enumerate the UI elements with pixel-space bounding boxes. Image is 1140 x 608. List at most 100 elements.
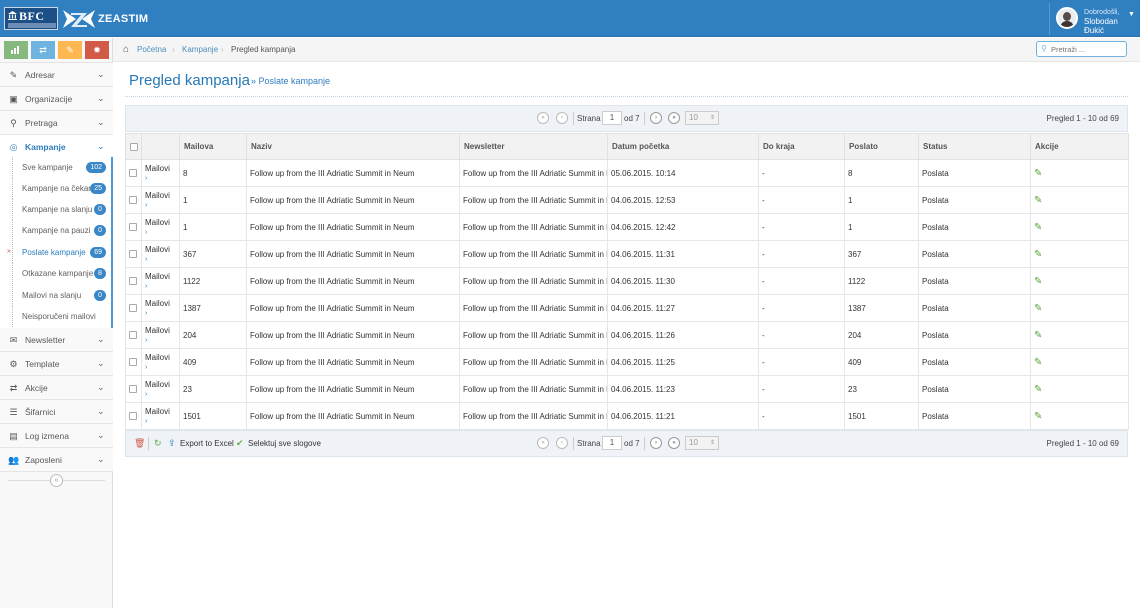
- last-page-icon[interactable]: »: [668, 112, 680, 124]
- cell-do-kraja: -: [758, 240, 845, 268]
- table-row[interactable]: Mailovi › 1 Follow up from the III Adriatic…: [125, 186, 1129, 214]
- table-row[interactable]: Mailovi › 1501 Follow up from the III Adria…: [125, 402, 1129, 430]
- submenu-item-kampanje-na-pauzi[interactable]: Kampanje na pauzi 0: [0, 220, 111, 241]
- row-checkbox[interactable]: [129, 196, 137, 205]
- export-excel-button[interactable]: Export to Excel: [180, 439, 234, 448]
- table-row[interactable]: Mailovi › 1122 Follow up from the III Adria…: [125, 267, 1129, 295]
- page-label: Strana: [577, 114, 601, 123]
- edit-pencil-icon[interactable]: ✎: [1034, 303, 1042, 314]
- trash-icon[interactable]: 🗑: [134, 438, 145, 449]
- row-checkbox[interactable]: [129, 277, 137, 286]
- row-checkbox[interactable]: [129, 412, 137, 421]
- sidebar-item-kampanje[interactable]: ◎ Kampanje ⌄: [0, 135, 113, 159]
- submenu-item-neisporuceni-mailovi[interactable]: Neisporučeni mailovi: [0, 306, 111, 327]
- cell-naziv: Follow up from the III Adriatic Summit i…: [246, 240, 460, 268]
- row-checkbox[interactable]: [129, 304, 137, 313]
- pencil-icon[interactable]: ✎: [58, 41, 82, 59]
- next-page-icon[interactable]: ›: [650, 437, 662, 449]
- page-number-input[interactable]: 1: [602, 111, 622, 125]
- row-checkbox[interactable]: [129, 385, 137, 394]
- mailovi-link[interactable]: Mailovi ›: [141, 213, 180, 241]
- column-header-naziv[interactable]: Naziv: [246, 133, 460, 160]
- page-number-input[interactable]: 1: [602, 436, 622, 450]
- mailovi-link[interactable]: Mailovi ›: [141, 402, 180, 430]
- sidebar-item-template[interactable]: ⚙ Template ⌄: [0, 352, 113, 376]
- bar-chart-icon[interactable]: [4, 41, 28, 59]
- row-checkbox[interactable]: [129, 358, 137, 367]
- count-badge: 69: [90, 247, 106, 258]
- table-row[interactable]: Mailovi › 409 Follow up from the III Adriat…: [125, 348, 1129, 376]
- edit-pencil-icon[interactable]: ✎: [1034, 249, 1042, 260]
- table-row[interactable]: Mailovi › 1387 Follow up from the III Adria…: [125, 294, 1129, 322]
- submenu-item-sve-kampanje[interactable]: Sve kampanje 102: [0, 157, 111, 178]
- search-input[interactable]: [1051, 44, 1123, 54]
- edit-pencil-icon[interactable]: ✎: [1034, 168, 1042, 179]
- home-icon[interactable]: ⌂: [123, 44, 129, 55]
- row-checkbox[interactable]: [129, 250, 137, 259]
- breadcrumb-kampanje[interactable]: Kampanje: [182, 45, 218, 54]
- sidebar-item-adresar[interactable]: ✎ Adresar ⌄: [0, 63, 113, 87]
- mailovi-link[interactable]: Mailovi ›: [141, 240, 180, 268]
- edit-pencil-icon[interactable]: ✎: [1034, 276, 1042, 287]
- row-checkbox[interactable]: [129, 223, 137, 232]
- select-all-records-button[interactable]: Selektuj sve slogove: [248, 439, 321, 448]
- search-box[interactable]: ⚲: [1036, 41, 1127, 57]
- table-row[interactable]: Mailovi › 1 Follow up from the III Adriatic…: [125, 213, 1129, 241]
- table-row[interactable]: Mailovi › 8 Follow up from the III Adriatic…: [125, 159, 1129, 187]
- submenu-item-kampanje-na-cekanju[interactable]: Kampanje na čekanju 25: [0, 178, 111, 199]
- column-header-do-kraja[interactable]: Do kraja: [758, 133, 845, 160]
- edit-pencil-icon[interactable]: ✎: [1034, 222, 1042, 233]
- sidebar-shortcuts: ⇄ ✎ ✹: [0, 38, 113, 63]
- exchange-icon[interactable]: ⇄: [31, 41, 55, 59]
- select-all-checkbox[interactable]: [130, 142, 138, 151]
- edit-pencil-icon[interactable]: ✎: [1034, 357, 1042, 368]
- breadcrumb-home[interactable]: Početna: [137, 45, 166, 54]
- next-page-icon[interactable]: ›: [650, 112, 662, 124]
- submenu-item-mailovi-na-slanju[interactable]: Mailovi na slanju 0: [0, 285, 111, 306]
- last-page-icon[interactable]: »: [668, 437, 680, 449]
- refresh-icon[interactable]: ↻: [154, 438, 162, 449]
- first-page-icon[interactable]: «: [537, 112, 549, 124]
- mailovi-link[interactable]: Mailovi ›: [141, 159, 180, 187]
- table-row[interactable]: Mailovi › 204 Follow up from the III Adriat…: [125, 321, 1129, 349]
- column-header-poslato[interactable]: Poslato: [844, 133, 919, 160]
- row-checkbox[interactable]: [129, 169, 137, 178]
- prev-page-icon[interactable]: ‹: [556, 437, 568, 449]
- sidebar-item-zaposleni[interactable]: 👥 Zaposleni ⌄: [0, 448, 113, 472]
- column-header-newsletter[interactable]: Newsletter: [459, 133, 608, 160]
- mailovi-link[interactable]: Mailovi ›: [141, 294, 180, 322]
- mailovi-link[interactable]: Mailovi ›: [141, 186, 180, 214]
- double-chevron-left-icon[interactable]: «: [50, 474, 63, 487]
- rows-per-page-select[interactable]: 10 ⇕: [685, 436, 719, 450]
- sidebar-item-sifarnici[interactable]: ☰ Šifarnici ⌄: [0, 400, 113, 424]
- sidebar-item-log-izmena[interactable]: ▤ Log izmena ⌄: [0, 424, 113, 448]
- sidebar-item-pretraga[interactable]: ⚲ Pretraga ⌄: [0, 111, 113, 135]
- rows-per-page-select[interactable]: 10 ⇕: [685, 111, 719, 125]
- first-page-icon[interactable]: «: [537, 437, 549, 449]
- table-row[interactable]: Mailovi › 23 Follow up from the III Adriati…: [125, 375, 1129, 403]
- column-header-mailova[interactable]: Mailova: [179, 133, 247, 160]
- mailovi-link[interactable]: Mailovi ›: [141, 267, 180, 295]
- prev-page-icon[interactable]: ‹: [556, 112, 568, 124]
- table-row[interactable]: Mailovi › 367 Follow up from the III Adriat…: [125, 240, 1129, 268]
- mailovi-link[interactable]: Mailovi ›: [141, 321, 180, 349]
- upload-icon[interactable]: ⇪: [168, 438, 176, 449]
- submenu-item-otkazane-kampanje[interactable]: Otkazane kampanje 8: [0, 263, 111, 284]
- mailovi-link[interactable]: Mailovi ›: [141, 375, 180, 403]
- sidebar-item-organizacije[interactable]: ▣ Organizacije ⌄: [0, 87, 113, 111]
- edit-pencil-icon[interactable]: ✎: [1034, 195, 1042, 206]
- edit-pencil-icon[interactable]: ✎: [1034, 330, 1042, 341]
- cogs-icon[interactable]: ✹: [85, 41, 109, 59]
- mailovi-link[interactable]: Mailovi ›: [141, 348, 180, 376]
- submenu-item-poslate-kampanje[interactable]: » Poslate kampanje 69: [0, 242, 111, 263]
- column-header-datum[interactable]: Datum početka: [607, 133, 759, 160]
- sidebar-item-newsletter[interactable]: ✉ Newsletter ⌄: [0, 328, 113, 352]
- submenu-item-kampanje-na-slanju[interactable]: Kampanje na slanju 0: [0, 199, 111, 220]
- edit-pencil-icon[interactable]: ✎: [1034, 384, 1042, 395]
- edit-pencil-icon[interactable]: ✎: [1034, 411, 1042, 422]
- row-checkbox[interactable]: [129, 331, 137, 340]
- sidebar-item-akcije[interactable]: ⇄ Akcije ⌄: [0, 376, 113, 400]
- sidebar-item-label: Zaposleni: [25, 455, 62, 465]
- column-header-status[interactable]: Status: [918, 133, 1031, 160]
- user-menu[interactable]: Dobrodošli, Slobodan Đukić ▼: [1049, 3, 1137, 35]
